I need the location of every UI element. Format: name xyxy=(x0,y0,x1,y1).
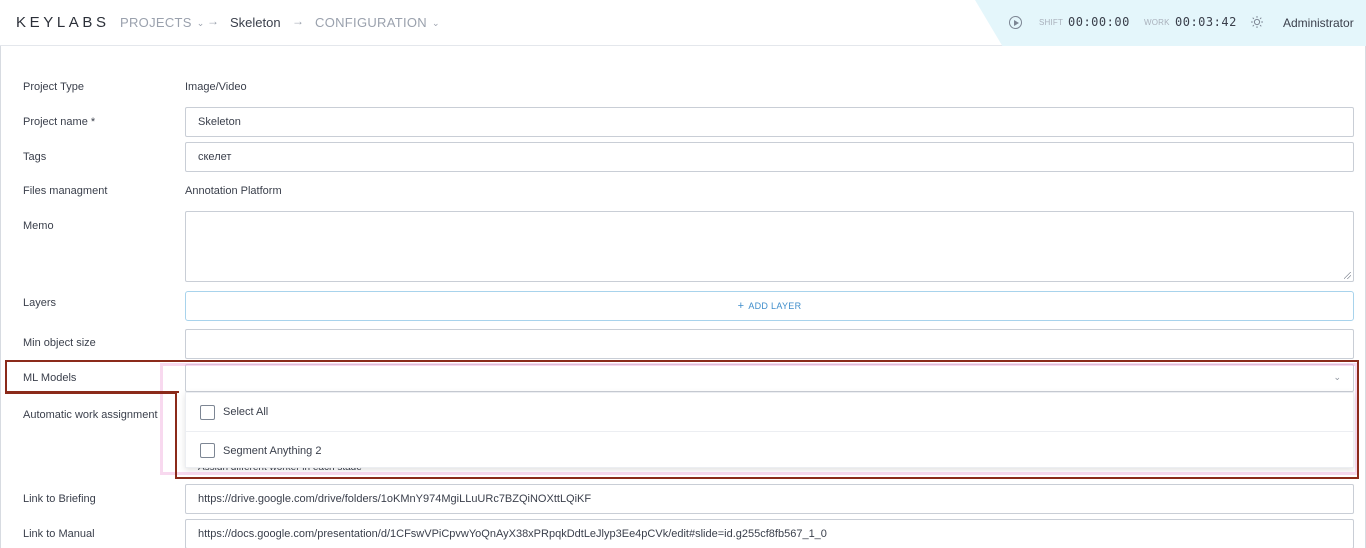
work-timer: 00:03:42 xyxy=(1175,15,1237,29)
files-management-label: Files managment xyxy=(23,185,108,197)
highlight-box-label xyxy=(5,360,179,393)
highlight-box-edge xyxy=(175,392,177,479)
min-object-size-label: Min object size xyxy=(23,337,96,349)
link-manual-label: Link to Manual xyxy=(23,528,95,540)
breadcrumb-configuration[interactable]: CONFIGURATION ⌄ xyxy=(315,15,440,30)
min-object-size-input[interactable] xyxy=(185,329,1354,359)
breadcrumb-skeleton-label: Skeleton xyxy=(230,15,281,30)
highlight-box-dropdown xyxy=(175,360,1359,479)
work-label: WORK xyxy=(1144,18,1170,27)
project-name-input[interactable]: Skeleton xyxy=(185,107,1354,137)
breadcrumb-skeleton[interactable]: Skeleton xyxy=(230,15,281,30)
project-name-label: Project name * xyxy=(23,116,96,128)
user-menu[interactable]: Administrator xyxy=(1283,16,1354,30)
memo-textarea[interactable] xyxy=(185,211,1354,282)
sun-icon[interactable] xyxy=(1251,16,1263,28)
highlight-box-edge xyxy=(5,392,177,394)
chevron-down-icon: ⌄ xyxy=(432,17,440,28)
top-bar: KEYLABS PROJECTS ⌄ → Skeleton → CONFIGUR… xyxy=(0,0,1366,46)
layers-label: Layers xyxy=(23,297,57,309)
memo-label: Memo xyxy=(23,220,54,232)
arrow-right-icon: → xyxy=(292,14,304,28)
link-manual-input[interactable]: https://docs.google.com/presentation/d/1… xyxy=(185,519,1354,548)
auto-assignment-label: Automatic work assignment xyxy=(23,409,158,421)
link-briefing-input[interactable]: https://drive.google.com/drive/folders/1… xyxy=(185,484,1354,514)
plus-icon: + xyxy=(737,300,745,312)
files-management-value: Annotation Platform xyxy=(185,185,282,197)
chevron-down-icon: ⌄ xyxy=(196,17,205,28)
shift-label: SHIFT xyxy=(1039,18,1064,27)
link-briefing-label: Link to Briefing xyxy=(23,493,96,505)
add-layer-label: ADD LAYER xyxy=(748,301,802,311)
project-type-value: Image/Video xyxy=(185,81,247,93)
breadcrumb-projects-label: PROJECTS xyxy=(120,15,192,30)
tags-input[interactable]: скелет xyxy=(185,142,1354,172)
tags-label: Tags xyxy=(23,151,47,163)
arrow-right-icon: → xyxy=(207,14,219,28)
project-type-label: Project Type xyxy=(23,81,84,93)
breadcrumb-projects[interactable]: PROJECTS ⌄ xyxy=(120,15,205,30)
breadcrumb-configuration-label: CONFIGURATION xyxy=(315,15,427,30)
resize-handle-icon[interactable] xyxy=(1344,272,1351,279)
play-icon[interactable] xyxy=(1009,16,1022,29)
shift-timer: 00:00:00 xyxy=(1068,15,1130,29)
add-layer-button[interactable]: + ADD LAYER xyxy=(185,291,1354,321)
keylabs-logo[interactable]: KEYLABS xyxy=(16,14,110,31)
